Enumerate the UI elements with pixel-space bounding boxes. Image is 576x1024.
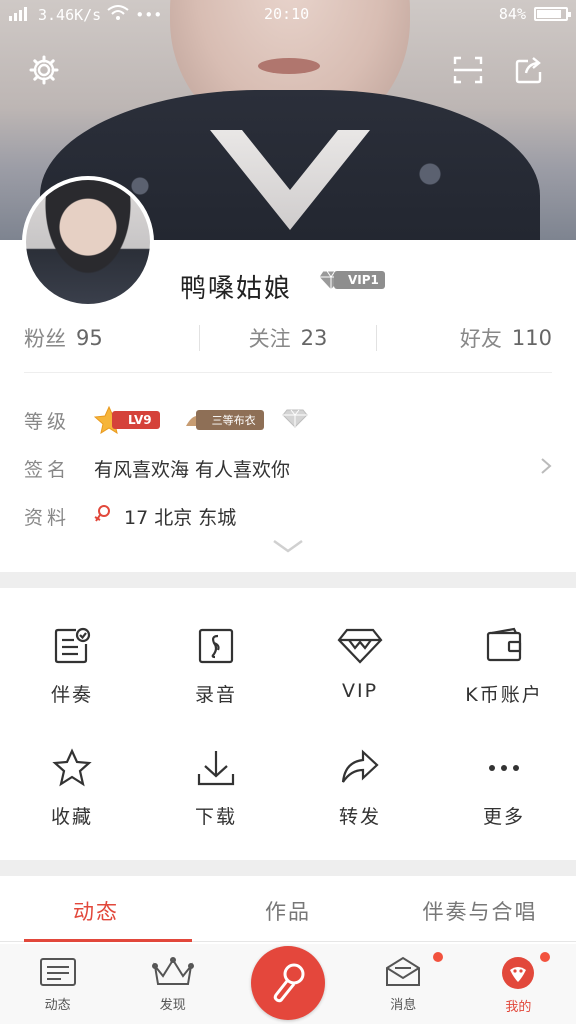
signal-icon [8, 5, 32, 25]
profile-info-label: 资料 [24, 506, 71, 529]
profile-icon [502, 957, 535, 989]
nav-me[interactable]: 我的 [461, 944, 576, 1024]
level-value: LV9 [112, 411, 160, 429]
section-divider [0, 860, 576, 876]
battery-percent: 84% [498, 5, 526, 23]
nav-feed[interactable]: 动态 [0, 944, 115, 1024]
cover-mouth [258, 58, 320, 74]
feature-grid: 伴奏 录音 VIP K币账户 收藏 下载 转发 更多 [0, 604, 576, 856]
crown-icon [151, 957, 194, 985]
sing-button[interactable] [251, 946, 325, 1020]
follow-label: 关注 [248, 327, 291, 351]
vip-label: VIP [341, 680, 379, 702]
wifi-icon [107, 5, 129, 25]
signature-text: 有风喜欢海 有人喜欢你 [94, 458, 291, 481]
section-divider [0, 572, 576, 588]
vip-button[interactable]: VIP [288, 604, 432, 726]
star-icon [52, 748, 92, 787]
avatar[interactable] [22, 176, 154, 308]
fans-label: 粉丝 [24, 327, 66, 351]
gear-icon[interactable] [26, 52, 62, 88]
more-icon [489, 765, 519, 771]
message-icon [386, 956, 421, 986]
favorites-label: 收藏 [50, 806, 93, 828]
accompaniment-label: 伴奏 [50, 684, 93, 706]
stats-row: 粉丝 95 关注 23 好友 110 [24, 318, 552, 358]
download-button[interactable]: 下载 [144, 726, 288, 856]
favorites-button[interactable]: 收藏 [0, 726, 144, 856]
friends-count: 110 [511, 326, 552, 350]
nav-sing[interactable] [230, 944, 345, 1024]
rank-badge[interactable]: 三等布衣 [184, 410, 264, 430]
battery-icon [534, 7, 571, 21]
signature-row[interactable]: 签名 有风喜欢海 有人喜欢你 [24, 450, 552, 486]
wallet-icon [486, 627, 522, 662]
scan-icon[interactable] [450, 52, 486, 88]
accompaniment-button[interactable]: 伴奏 [0, 604, 144, 726]
tab-accompaniment-chorus[interactable]: 伴奏与合唱 [384, 878, 576, 941]
share-icon[interactable] [512, 52, 548, 88]
chevron-right-icon [540, 456, 552, 480]
expand-chevron-icon[interactable] [272, 538, 304, 557]
download-icon [197, 751, 235, 786]
nav-messages-label: 消息 [390, 998, 417, 1013]
nav-me-label: 我的 [505, 1000, 532, 1015]
recording-icon [198, 628, 234, 664]
profile-info-row[interactable]: 资料 17 北京 东城 [24, 498, 552, 534]
signature-label: 签名 [24, 458, 71, 481]
female-icon [94, 504, 112, 529]
content-tabs: 动态 作品 伴奏与合唱 [0, 878, 576, 942]
level-row[interactable]: 等级 LV9 三等布衣 [24, 402, 552, 438]
vip-level-label: VIP1 [334, 271, 385, 289]
clock: 20:10 [264, 5, 310, 23]
recording-label: 录音 [194, 684, 237, 706]
fans-stat[interactable]: 粉丝 95 [24, 323, 199, 353]
forward-button[interactable]: 转发 [288, 726, 432, 856]
status-bar: 3.46K/s ••• 20:10 84% [0, 0, 576, 30]
level-badge[interactable]: LV9 [94, 406, 160, 434]
notification-dot [540, 952, 551, 962]
forward-label: 转发 [338, 806, 381, 828]
friends-stat[interactable]: 好友 110 [377, 323, 552, 353]
forward-icon [341, 749, 379, 783]
nav-discover-label: 发现 [159, 998, 186, 1013]
profile-info-text: 17 北京 东城 [124, 506, 237, 529]
level-label: 等级 [24, 410, 71, 433]
download-label: 下载 [194, 806, 237, 828]
notification-dot [432, 952, 443, 962]
fans-count: 95 [76, 326, 103, 350]
accompaniment-icon [54, 627, 91, 664]
bottom-nav: 动态 发现 消息 我的 [0, 944, 576, 1024]
friends-label: 好友 [459, 327, 502, 351]
nickname: 鸭嗓姑娘 [180, 274, 293, 304]
microphone-icon [273, 963, 305, 1003]
more-indicator: ••• [135, 6, 163, 24]
recording-button[interactable]: 录音 [144, 604, 288, 726]
diamond-grey-icon[interactable] [281, 408, 308, 433]
nav-feed-label: 动态 [44, 998, 71, 1013]
nav-messages[interactable]: 消息 [346, 944, 461, 1024]
wallet-button[interactable]: K币账户 [432, 604, 576, 726]
vip-badge[interactable]: VIP1 [318, 268, 385, 292]
divider [24, 372, 552, 373]
more-label: 更多 [482, 806, 525, 828]
follow-count: 23 [300, 326, 328, 350]
rank-label: 三等布衣 [195, 410, 264, 430]
follow-stat[interactable]: 关注 23 [200, 323, 375, 353]
network-speed: 3.46K/s [38, 6, 102, 24]
vip-diamond-icon [337, 628, 383, 664]
tab-feed[interactable]: 动态 [0, 878, 192, 942]
wallet-label: K币账户 [465, 684, 543, 706]
tab-works[interactable]: 作品 [192, 878, 384, 941]
nav-discover[interactable]: 发现 [115, 944, 230, 1024]
feed-icon [39, 958, 76, 986]
more-button[interactable]: 更多 [432, 726, 576, 856]
